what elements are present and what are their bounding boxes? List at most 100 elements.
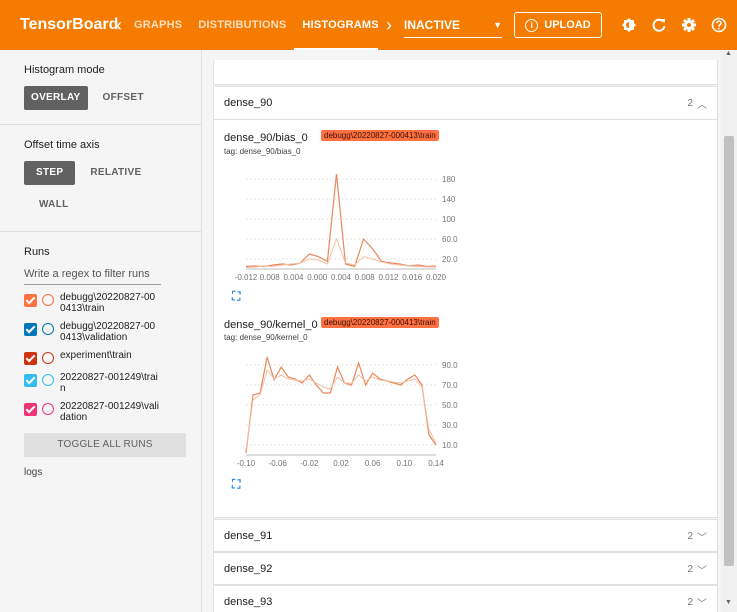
time-axis-toggle: STEP RELATIVE bbox=[24, 161, 201, 185]
run-color-circle-icon[interactable] bbox=[42, 323, 54, 335]
group-name: dense_93 bbox=[224, 596, 273, 608]
x-tick-label: 0.06 bbox=[365, 459, 381, 468]
previous-card-bottom bbox=[213, 60, 718, 85]
toggle-all-runs-button[interactable]: TOGGLE ALL RUNS bbox=[24, 433, 186, 457]
run-label: experiment\train bbox=[60, 350, 132, 361]
x-tick-label: 0.016 bbox=[402, 273, 423, 282]
wall-button[interactable]: WALL bbox=[24, 193, 84, 217]
group-count: 2 bbox=[687, 97, 693, 109]
run-checkbox[interactable] bbox=[24, 323, 37, 336]
run-item[interactable]: 20220827-001249\validation bbox=[24, 401, 201, 423]
sidebar: Histogram mode OVERLAY OFFSET Offset tim… bbox=[0, 50, 202, 612]
x-tick-label: -0.06 bbox=[269, 459, 288, 468]
run-checkbox[interactable] bbox=[24, 294, 37, 307]
chart-title: dense_90/bias_0 bbox=[224, 132, 308, 144]
main-content: dense_90 2 ︿ dense_90/bias_0 debugg\20220… bbox=[203, 50, 737, 612]
histogram-chart-kernel: 90.0 70.0 50.0 30.0 10.0 -0.10 -0.06 -0.02 0.02 0… bbox=[237, 356, 458, 468]
relative-button[interactable]: RELATIVE bbox=[83, 161, 148, 185]
x-tick-label: 0.10 bbox=[397, 459, 413, 468]
y-tick-label: 30.0 bbox=[442, 421, 458, 430]
settings-gear-icon[interactable] bbox=[674, 10, 704, 40]
info-icon: i bbox=[525, 18, 539, 32]
upload-button[interactable]: i UPLOAD bbox=[514, 12, 602, 38]
run-label: debugg\20220827-000413\validation bbox=[60, 321, 156, 343]
x-tick-label: 0.020 bbox=[426, 273, 447, 282]
inactive-plugins-dropdown[interactable]: INACTIVE ▼ bbox=[404, 12, 502, 38]
y-tick-label: 180 bbox=[442, 175, 456, 184]
offset-time-axis-section: Offset time axis STEP RELATIVE WALL bbox=[0, 125, 201, 217]
scroll-up-arrow-icon[interactable]: ▲ bbox=[725, 50, 732, 57]
group-count: 2 bbox=[687, 530, 693, 542]
group-header[interactable]: dense_90 2 ︿ bbox=[214, 87, 717, 119]
chevron-down-icon[interactable]: ﹀ bbox=[697, 562, 707, 577]
chart-title: dense_90/kernel_0 bbox=[224, 319, 318, 331]
chevron-down-icon[interactable]: ﹀ bbox=[697, 529, 707, 544]
series-line bbox=[245, 173, 437, 268]
chart-tag: tag: dense_90/bias_0 bbox=[224, 147, 301, 156]
reload-icon[interactable] bbox=[644, 10, 674, 40]
series-line bbox=[245, 368, 437, 451]
chevron-up-icon[interactable]: ︿ bbox=[697, 96, 707, 111]
help-icon[interactable] bbox=[704, 10, 734, 40]
chevron-down-icon: ▼ bbox=[493, 19, 502, 30]
main-scrollbar[interactable]: ▲ ▼ bbox=[721, 50, 737, 612]
x-tick-label: 0.000 bbox=[307, 273, 328, 282]
run-color-circle-icon[interactable] bbox=[42, 403, 54, 415]
overlay-button[interactable]: OVERLAY bbox=[24, 86, 88, 110]
run-color-circle-icon[interactable] bbox=[42, 352, 54, 364]
run-color-circle-icon[interactable] bbox=[42, 374, 54, 386]
scroll-thumb[interactable] bbox=[724, 136, 734, 566]
runs-list: debugg\20220827-000413\train debugg\20220… bbox=[24, 292, 201, 423]
run-checkbox[interactable] bbox=[24, 403, 37, 416]
offset-time-axis-title: Offset time axis bbox=[24, 139, 100, 151]
group-name: dense_91 bbox=[224, 530, 273, 542]
tabs-scroll-left-icon[interactable]: ‹ bbox=[108, 15, 130, 36]
tab-histograms[interactable]: HISTOGRAMS bbox=[294, 0, 378, 50]
top-app-bar: TensorBoard ‹ GRAPHS DISTRIBUTIONS HISTO… bbox=[0, 0, 737, 50]
x-tick-label: 0.008 bbox=[355, 273, 376, 282]
run-checkbox[interactable] bbox=[24, 374, 37, 387]
run-checkbox[interactable] bbox=[24, 352, 37, 365]
x-tick-label: -0.012 bbox=[235, 273, 258, 282]
tab-graphs[interactable]: GRAPHS bbox=[130, 0, 190, 50]
run-label: 20220827-001249\train bbox=[60, 372, 158, 394]
run-item[interactable]: 20220827-001249\train bbox=[24, 372, 201, 394]
run-item[interactable]: experiment\train bbox=[24, 350, 201, 365]
run-chip: debugg\20220827-000413\train bbox=[321, 130, 439, 141]
group-count: 2 bbox=[687, 596, 693, 608]
runs-filter-input[interactable]: Write a regex to filter runs bbox=[24, 268, 161, 285]
offset-button[interactable]: OFFSET bbox=[96, 86, 151, 110]
runs-section: Runs Write a regex to filter runs debugg… bbox=[0, 232, 201, 457]
inactive-dropdown-value: INACTIVE bbox=[404, 17, 461, 32]
histogram-mode-toggle: OVERLAY OFFSET bbox=[24, 86, 201, 110]
run-item[interactable]: debugg\20220827-000413\validation bbox=[24, 321, 201, 343]
group-header[interactable]: dense_92 2 ﹀ bbox=[214, 553, 717, 585]
group-header[interactable]: dense_91 2 ﹀ bbox=[214, 520, 717, 552]
expand-chart-icon[interactable]: ⛶ bbox=[232, 289, 240, 304]
plugin-tabs: GRAPHS DISTRIBUTIONS HISTOGRAMS TI bbox=[130, 0, 378, 50]
y-tick-label: 90.0 bbox=[442, 361, 458, 370]
app-title: TensorBoard bbox=[20, 16, 119, 33]
y-tick-label: 50.0 bbox=[442, 401, 458, 410]
run-label: 20220827-001249\validation bbox=[60, 401, 159, 423]
y-tick-label: 140 bbox=[442, 195, 456, 204]
tabs-scroll-right-icon[interactable]: › bbox=[378, 15, 400, 36]
tab-distributions[interactable]: DISTRIBUTIONS bbox=[190, 0, 294, 50]
expand-chart-icon[interactable]: ⛶ bbox=[232, 477, 240, 492]
group-card-dense-92: dense_92 2 ﹀ bbox=[213, 552, 718, 585]
step-button[interactable]: STEP bbox=[24, 161, 76, 185]
y-tick-label: 100 bbox=[442, 215, 456, 224]
scroll-down-arrow-icon[interactable]: ▼ bbox=[725, 599, 732, 606]
group-header[interactable]: dense_93 2 ﹀ bbox=[214, 586, 717, 612]
run-color-circle-icon[interactable] bbox=[42, 294, 54, 306]
group-name: dense_90 bbox=[224, 97, 273, 109]
x-tick-label: 0.14 bbox=[428, 459, 444, 468]
y-tick-label: 10.0 bbox=[442, 441, 458, 450]
y-tick-label: 60.0 bbox=[442, 235, 458, 244]
upload-label: UPLOAD bbox=[544, 19, 591, 31]
theme-toggle-icon[interactable] bbox=[614, 10, 644, 40]
chevron-down-icon[interactable]: ﹀ bbox=[697, 595, 707, 610]
x-tick-label: 0.004 bbox=[331, 273, 352, 282]
x-tick-label: 0.012 bbox=[378, 273, 399, 282]
run-item[interactable]: debugg\20220827-000413\train bbox=[24, 292, 201, 314]
